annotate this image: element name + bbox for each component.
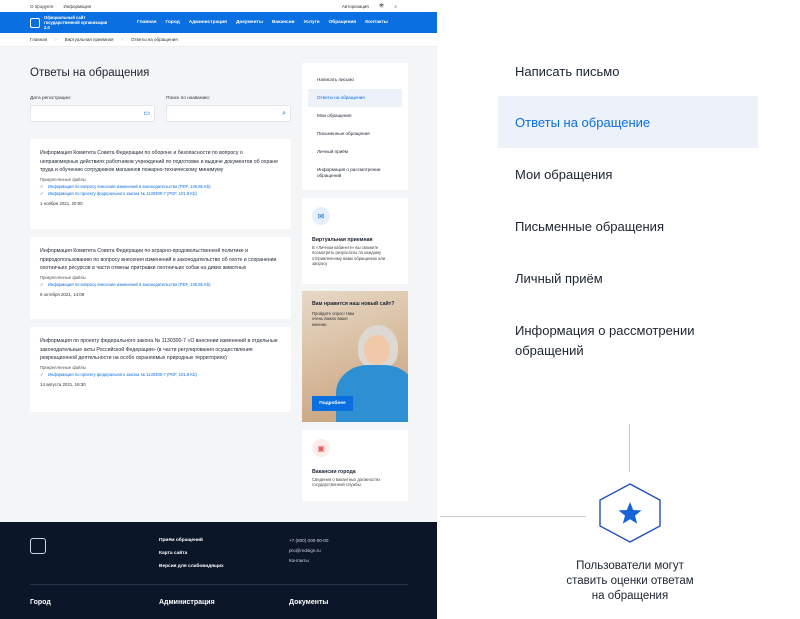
nav-item-documents[interactable]: Документы <box>236 20 263 25</box>
footer-link-sitemap[interactable]: Карта сайта <box>159 551 187 556</box>
footer-divider <box>30 584 408 585</box>
side-menu-item-review-info[interactable]: Информация о рассмотрении обращений <box>308 161 402 185</box>
calendar-icon[interactable]: ▭ <box>143 110 150 117</box>
breadcrumb-home[interactable]: Главная <box>30 37 47 42</box>
side-menu-item-answers[interactable]: Ответы на обращения <box>308 89 402 107</box>
nav-item-home[interactable]: Главная <box>137 20 157 25</box>
zoom-menu-item-my-appeals[interactable]: Мои обращения <box>498 161 758 187</box>
footer: Приём обращений Карта сайта Версия для с… <box>0 522 437 619</box>
zoom-menu-item-review-info[interactable]: Информация о рассмотрении обращений <box>498 318 758 364</box>
breadcrumb-virtual[interactable]: Виртуальная приемная <box>65 37 114 42</box>
footer-section-administration[interactable]: Администрация <box>159 599 215 606</box>
nav-item-contacts[interactable]: Контакты <box>365 20 388 25</box>
side-menu-item-write[interactable]: Написать письмо <box>308 71 402 89</box>
survey-banner: Вам нравится наш новый сайт? Пройдите оп… <box>302 291 408 422</box>
search-filter-input[interactable]: ⌕ <box>166 105 291 122</box>
callout-line <box>629 424 630 472</box>
search-filter-label: Поиск по названию: <box>166 96 211 101</box>
banner-photo-body <box>336 365 408 422</box>
star-icon <box>599 483 661 543</box>
date-filter-input[interactable]: ▭ <box>30 105 155 122</box>
card-text[interactable]: Информация Комитета Совета Федерации по … <box>40 247 281 273</box>
answer-card[interactable]: Информация Комитета Совета Федерации по … <box>30 237 291 319</box>
footer-email[interactable]: pro@redsign.ru <box>289 548 321 553</box>
card-date: 1 ноября 2021, 20:00 <box>40 200 83 206</box>
mail-icon: ✉ <box>312 207 330 225</box>
virtual-reception-widget[interactable]: ✉ Виртуальная приемная В «Личном кабинет… <box>302 198 408 284</box>
zoom-menu-item-reception[interactable]: Личный приём <box>498 265 758 291</box>
banner-photo-face <box>364 335 390 365</box>
widget-text: В «Личном кабинете» вы сможете посмотрет… <box>312 245 386 267</box>
zoom-menu-item-write[interactable]: Написать письмо <box>498 58 758 84</box>
answer-card[interactable]: Информация по проекту федерального закон… <box>30 327 291 412</box>
topbar-link-info[interactable]: Информация <box>64 4 92 9</box>
footer-link-appeals[interactable]: Приём обращений <box>159 538 203 543</box>
topbar: О продукте Информация Авторизация 👁 ⌕ <box>0 0 437 12</box>
topbar-link-about[interactable]: О продукте <box>30 4 54 9</box>
widget-title: Виртуальная приемная <box>312 237 373 243</box>
banner-title: Вам нравится наш новый сайт? <box>312 301 395 307</box>
footer-emblem-icon <box>30 538 46 554</box>
answer-card[interactable]: Информация Комитета Совета Федерации по … <box>30 139 291 229</box>
site-screenshot: О продукте Информация Авторизация 👁 ⌕ Оф… <box>0 0 437 619</box>
nav-item-city[interactable]: Город <box>166 20 180 25</box>
card-date: 6 октября 2021, 14:08 <box>40 291 85 297</box>
nav-item-services[interactable]: Услуги <box>304 20 320 25</box>
side-menu: Написать письмо Ответы на обращения Мои … <box>302 63 408 190</box>
site-logo[interactable]: Официальный сайт государственной организ… <box>30 15 137 30</box>
attachments-header: Прикрепленные файлы <box>40 176 86 182</box>
logo-text: Официальный сайт государственной организ… <box>44 15 108 30</box>
search-icon[interactable]: ⌕ <box>282 110 286 117</box>
search-icon[interactable]: ⌕ <box>394 4 397 9</box>
callout-line-2: ставить оценки ответам <box>566 575 694 587</box>
date-filter-label: Дата регистрации: <box>30 96 72 101</box>
callout-line-3: на обращения <box>591 590 669 602</box>
card-date: 14 августа 2021, 16:30 <box>40 381 86 387</box>
vacancies-widget[interactable]: ▣ Вакансии города Сведения о вакантных д… <box>302 430 408 501</box>
nav-item-administration[interactable]: Администрация <box>189 20 227 25</box>
breadcrumb-separator: › <box>55 37 57 42</box>
attachment-link[interactable]: Информация по проекту федерального закон… <box>40 372 281 378</box>
breadcrumb: Главная › Виртуальная приемная › Ответы … <box>0 33 437 47</box>
zoom-menu-item-answers[interactable]: Ответы на обращение <box>498 96 758 148</box>
more-button[interactable]: Подробнее <box>312 396 353 411</box>
attachment-link[interactable]: Информация по вопросу внесения изменений… <box>40 184 281 190</box>
callout-text: Пользователи могут ставить оценки ответа… <box>530 559 730 604</box>
attachment-link[interactable]: Информация по вопросу внесения изменений… <box>40 282 281 288</box>
breadcrumb-separator: › <box>121 37 124 42</box>
zoom-menu-item-written[interactable]: Письменные обращения <box>498 213 758 239</box>
breadcrumb-current: Ответы на обращения <box>131 37 178 42</box>
callout-line-1: Пользователи могут <box>576 560 684 572</box>
emblem-icon <box>30 17 40 28</box>
widget-text: Сведения о вакантных должностях государс… <box>312 477 381 488</box>
stage: О продукте Информация Авторизация 👁 ⌕ Оф… <box>0 0 800 619</box>
card-text[interactable]: Информация Комитета Совета Федерации по … <box>40 149 281 175</box>
page-title: Ответы на обращения <box>30 67 150 79</box>
widget-title: Вакансии города <box>312 469 356 475</box>
eye-icon[interactable]: 👁 <box>379 3 385 9</box>
nav-item-appeals[interactable]: Обращения <box>329 20 357 25</box>
callout-line <box>440 516 586 517</box>
briefcase-icon: ▣ <box>312 439 330 457</box>
footer-phone[interactable]: +7 (800) 000-00-00 <box>289 538 328 543</box>
footer-section-documents[interactable]: Документы <box>289 599 328 606</box>
side-menu-item-reception[interactable]: Личный приём <box>308 143 402 161</box>
login-link[interactable]: Авторизация <box>342 4 369 9</box>
footer-link-accessible[interactable]: Версия для слабовидящих <box>159 564 224 569</box>
main-nav: Официальный сайт государственной организ… <box>0 12 437 33</box>
card-text[interactable]: Информация по проекту федерального закон… <box>40 337 281 363</box>
attachments-header: Прикрепленные файлы <box>40 364 86 370</box>
footer-section-city[interactable]: Город <box>30 599 51 606</box>
attachments-header: Прикрепленные файлы <box>40 274 86 280</box>
footer-contacts-link[interactable]: Контакты <box>289 558 309 563</box>
nav-item-vacancies[interactable]: Вакансии <box>272 20 295 25</box>
banner-text: Пройдите опрос! Нам очень важно ваше мне… <box>312 311 355 327</box>
attachment-link[interactable]: Информация по проекту федерального закон… <box>40 191 281 197</box>
side-menu-item-written[interactable]: Письменные обращения <box>308 125 402 143</box>
side-menu-item-my-appeals[interactable]: Мои обращения <box>308 107 402 125</box>
